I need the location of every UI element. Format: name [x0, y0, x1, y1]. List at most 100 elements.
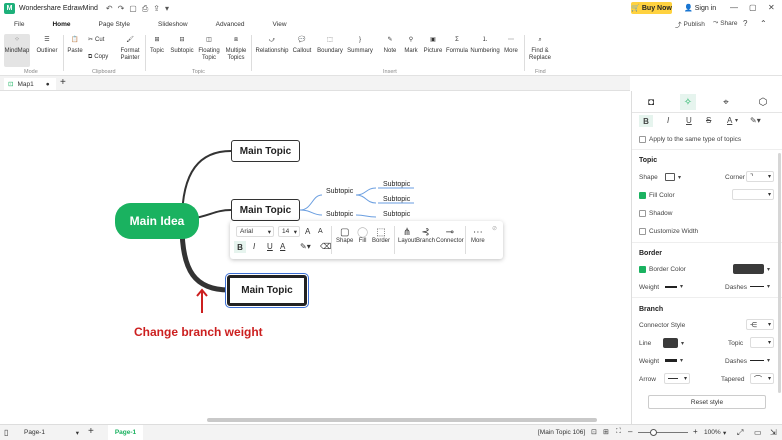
border-dashes-dropdown[interactable]: ▾	[750, 283, 770, 290]
branch-dashes-dropdown[interactable]: ▾	[750, 357, 770, 364]
arrow-dropdown[interactable]: ▾	[664, 373, 690, 384]
page-select[interactable]: Page-1 ▾	[24, 427, 79, 438]
font-family-select[interactable]: Arial ▾	[236, 226, 274, 237]
topic-button[interactable]: ⊞ Topic	[148, 34, 166, 55]
border-color-dropdown[interactable]: ▾	[733, 264, 770, 274]
zoom-slider-handle[interactable]	[650, 429, 657, 436]
page-layout-icon[interactable]: ▯	[4, 428, 8, 437]
export-icon[interactable]: ⇪	[153, 4, 160, 14]
add-tab-icon[interactable]: +	[60, 77, 66, 88]
multiple-topics-button[interactable]: ⧈ Multiple Topics	[224, 34, 248, 62]
grow-font-button[interactable]: A	[305, 227, 310, 236]
layout-button[interactable]: ⋔ Layout	[398, 227, 416, 244]
panel-italic-button[interactable]: I	[667, 116, 669, 125]
cut-button[interactable]: ✂ Cut	[88, 37, 104, 44]
zoom-level[interactable]: 100%	[704, 429, 721, 436]
fill-color-dropdown[interactable]: ▾	[732, 189, 774, 200]
mark-button[interactable]: ⚲ Mark	[402, 34, 420, 55]
redo-icon[interactable]: ↷	[118, 4, 125, 14]
shrink-font-button[interactable]: A	[318, 228, 323, 235]
reset-style-button[interactable]: Reset style	[648, 395, 766, 409]
main-topic-node[interactable]: Main Topic	[231, 199, 300, 221]
numbering-button[interactable]: ⒈ Numbering	[470, 34, 500, 55]
paste-button[interactable]: 📋 Paste	[67, 34, 83, 55]
buy-now-button[interactable]: 🛒 Buy Now	[631, 2, 672, 14]
boundary-button[interactable]: ⬚ Boundary	[316, 34, 344, 55]
shape-dropdown[interactable]: ▾	[665, 173, 681, 181]
zoom-slider[interactable]	[638, 432, 688, 433]
save-icon[interactable]: ▢	[129, 4, 137, 14]
line-color-dropdown[interactable]: ▾	[663, 338, 684, 348]
menu-view[interactable]: View	[259, 17, 301, 31]
subtopic-node[interactable]: Subtopic	[383, 196, 410, 203]
mindmap-button[interactable]: ⁘ MindMap	[4, 34, 30, 67]
copy-button[interactable]: ⧉ Copy	[88, 54, 108, 61]
subtopic-node[interactable]: Subtopic	[326, 188, 353, 195]
border-color-checkbox[interactable]: Border Color	[639, 266, 686, 273]
underline-button[interactable]: U	[267, 242, 273, 251]
print-icon[interactable]: ⎙	[142, 4, 148, 14]
panel-bold-button[interactable]: B	[639, 115, 653, 127]
share-button[interactable]: ⤳ Share	[713, 19, 738, 27]
main-topic-node-selected[interactable]: Main Topic	[227, 275, 307, 306]
main-idea-node[interactable]: Main Idea	[115, 203, 199, 239]
picture-button[interactable]: ▣ Picture	[422, 34, 444, 55]
clear-format-icon[interactable]: ⌫	[320, 242, 331, 251]
branch-button[interactable]: ⊰ Branch	[416, 227, 435, 244]
menu-page-style[interactable]: Page Style	[85, 17, 144, 31]
panel-strike-button[interactable]: S	[706, 116, 711, 125]
publish-button[interactable]: ⤴ Publish	[675, 19, 705, 30]
callout-button[interactable]: 💬 Callout	[291, 34, 313, 55]
subtopic-node[interactable]: Subtopic	[326, 211, 353, 218]
border-button[interactable]: ⬚ Border	[372, 227, 390, 244]
outliner-button[interactable]: ☰ Outliner	[35, 34, 59, 55]
panel-highlight-icon[interactable]: ✎▾	[750, 116, 761, 125]
note-button[interactable]: ✎ Note	[381, 34, 399, 55]
fill-color-checkbox[interactable]: Fill Color	[639, 192, 675, 199]
menu-slideshow[interactable]: Slideshow	[144, 17, 202, 31]
panel-scrollbar[interactable]	[778, 153, 781, 393]
fullscreen-icon[interactable]: ⛶	[616, 428, 621, 436]
subtopic-button[interactable]: ⊟ Subtopic	[169, 34, 195, 55]
minimize-icon[interactable]: —	[730, 3, 738, 12]
more-insert-button[interactable]: ⋯ More	[502, 34, 520, 55]
border-weight-dropdown[interactable]: ▾	[665, 283, 683, 290]
zoom-in-icon[interactable]: +	[693, 427, 698, 436]
maximize-icon[interactable]: ▢	[749, 3, 757, 12]
outline-icon[interactable]: ⊞	[603, 428, 609, 436]
apply-same-checkbox[interactable]: Apply to the same type of topics	[639, 136, 741, 143]
custom-width-checkbox[interactable]: Customize Width	[639, 228, 698, 235]
main-topic-node[interactable]: Main Topic	[231, 140, 300, 162]
format-painter-button[interactable]: 🖌 Format Painter	[118, 34, 142, 62]
sign-in-button[interactable]: 👤 Sign in	[684, 2, 716, 14]
branch-topic-dropdown[interactable]: ▾	[750, 337, 774, 348]
theme-tab-icon[interactable]: ⬡	[755, 94, 771, 110]
formula-button[interactable]: Σ Formula	[445, 34, 469, 55]
bold-button[interactable]: B	[234, 241, 246, 253]
doc-tab-map1[interactable]: ⊡ Map1 ●	[4, 78, 56, 90]
branch-weight-dropdown[interactable]: ▾	[665, 357, 683, 364]
relationship-button[interactable]: ⤻ Relationship	[254, 34, 290, 55]
menu-home[interactable]: Home	[38, 17, 84, 31]
subtopic-node[interactable]: Subtopic	[383, 181, 410, 188]
fit-page-icon[interactable]: ⊡	[591, 428, 597, 436]
zoom-out-icon[interactable]: –	[628, 427, 632, 436]
panel-font-color-button[interactable]: A	[727, 116, 732, 125]
floating-topic-button[interactable]: ◫ Floating Topic	[197, 34, 221, 62]
tapered-dropdown[interactable]: ⌒ ▾	[750, 373, 774, 384]
more-icon[interactable]: ▾	[165, 4, 169, 14]
font-color-button[interactable]: A	[280, 242, 285, 251]
location-tab-icon[interactable]: ⌖	[718, 94, 734, 110]
help-icon[interactable]: ?	[743, 19, 747, 28]
find-replace-button[interactable]: ⌕ Find & Replace	[527, 34, 553, 62]
connector-style-dropdown[interactable]: ⋲ ▾	[746, 319, 774, 330]
magic-style-tab-icon[interactable]: ✧	[680, 94, 696, 110]
corner-dropdown[interactable]: ⌝ ▾	[746, 171, 774, 182]
close-icon[interactable]: ✕	[768, 3, 775, 12]
menu-file[interactable]: File	[0, 17, 38, 31]
menu-advanced[interactable]: Advanced	[202, 17, 259, 31]
presentation-icon[interactable]: ▭	[754, 428, 762, 437]
add-page-icon[interactable]: +	[88, 426, 94, 437]
panel-underline-button[interactable]: U	[686, 116, 692, 125]
summary-button[interactable]: } Summary	[346, 34, 374, 55]
